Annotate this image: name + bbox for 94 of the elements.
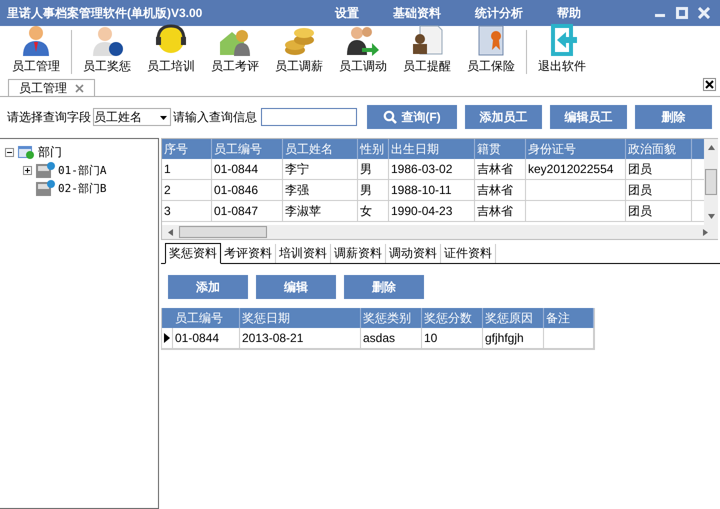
table-cell: 吉林省	[475, 159, 526, 179]
toolbar-button[interactable]: 删除	[344, 275, 424, 299]
toolbar-button[interactable]: 添加	[168, 275, 248, 299]
table-cell: gfjhfgjh	[483, 328, 544, 348]
tab[interactable]: 培训资料	[276, 244, 331, 263]
toolbar-button[interactable]: 编辑	[256, 275, 336, 299]
tab[interactable]: 证件资料	[441, 244, 496, 263]
column-header[interactable]: 政治面貌	[626, 139, 692, 159]
column-header[interactable]: 备注	[544, 308, 594, 328]
scroll-up-icon[interactable]	[708, 145, 714, 150]
column-header[interactable]: 员工编号	[212, 139, 283, 159]
table-cell: 男	[358, 159, 389, 179]
maximize-icon[interactable]	[676, 7, 688, 19]
folder-icon	[17, 144, 35, 160]
menu-item[interactable]: 基础资料	[393, 4, 441, 22]
column-header[interactable]: 奖惩类别	[361, 308, 422, 328]
table-cell: 团员	[626, 180, 692, 200]
table-cell: 1988-10-11	[389, 180, 475, 200]
toolbar-button[interactable]: 员工调薪	[267, 24, 331, 78]
table-cell: 01-0846	[212, 180, 283, 200]
toolbar-button[interactable]: 删除	[635, 105, 712, 129]
table-cell: 2	[162, 180, 212, 200]
table-cell: 01-0844	[212, 159, 283, 179]
search-field[interactable]	[261, 108, 357, 126]
scroll-right-icon[interactable]	[703, 228, 708, 236]
table-cell: 男	[358, 180, 389, 200]
document-tab[interactable]: 员工管理	[8, 79, 95, 96]
toolbar-button[interactable]: 员工培训	[139, 24, 203, 78]
toolbar-button[interactable]: 员工奖惩	[75, 24, 139, 78]
table-cell: 10	[422, 328, 483, 348]
table-cell: 吉林省	[475, 180, 526, 200]
expand-icon[interactable]	[23, 166, 32, 174]
column-header[interactable]: 出生日期	[389, 139, 475, 159]
toolbar-button[interactable]: 员工保险	[459, 24, 523, 78]
tab[interactable]: 奖惩资料	[165, 243, 221, 264]
window-title: 里诺人事档案管理软件(单机版)V3.00	[7, 4, 204, 22]
column-header[interactable]: 身份证号	[526, 139, 626, 159]
table-cell: 团员	[626, 201, 692, 221]
field-label: 请选择查询字段	[7, 108, 91, 126]
field-select[interactable]: 员工姓名	[93, 108, 171, 126]
column-header[interactable]: 奖惩原因	[483, 308, 544, 328]
tree-item[interactable]: 01-部门A	[58, 162, 106, 178]
table-cell: 2013-08-21	[240, 328, 361, 348]
headset-icon	[154, 24, 188, 56]
table-cell: 01-0847	[212, 201, 283, 221]
document-icon	[35, 161, 55, 179]
toolbar-button[interactable]: 员工提醒	[395, 24, 459, 78]
column-header[interactable]: 奖惩分数	[422, 308, 483, 328]
toolbar-button[interactable]: 退出软件	[530, 24, 594, 78]
scrollbar-thumb[interactable]	[179, 226, 267, 238]
document-icon	[35, 179, 55, 197]
menu-item[interactable]: 统计分析	[475, 4, 523, 22]
toolbar-button[interactable]: 员工调动	[331, 24, 395, 78]
search-icon	[383, 110, 398, 124]
table-cell: 李宁	[283, 159, 358, 179]
scrollbar-thumb[interactable]	[705, 169, 717, 195]
table-cell: 李强	[283, 180, 358, 200]
scroll-left-icon[interactable]	[168, 228, 173, 236]
input-label: 请输入查询信息	[173, 108, 257, 126]
tree-item[interactable]: 02-部门B	[58, 180, 106, 196]
table-cell: 1986-03-02	[389, 159, 475, 179]
person-info-icon	[90, 24, 124, 56]
table-cell: key2012022554	[526, 159, 626, 179]
table-cell: 吉林省	[475, 201, 526, 221]
collapse-icon[interactable]	[5, 148, 14, 156]
table-cell: 1	[162, 159, 212, 179]
column-header[interactable]: 奖惩日期	[240, 308, 361, 328]
toolbar-button[interactable]: 编辑员工	[550, 105, 627, 129]
table-cell: 3	[162, 201, 212, 221]
column-header[interactable]: 性别	[358, 139, 389, 159]
table-cell: 1990-04-23	[389, 201, 475, 221]
tab[interactable]: 考评资料	[221, 244, 276, 263]
people-arrow-icon	[346, 24, 380, 56]
table-cell: asdas	[361, 328, 422, 348]
scroll-down-icon[interactable]	[708, 214, 714, 219]
menu-item[interactable]: 帮助	[557, 4, 581, 22]
table-cell: 团员	[626, 159, 692, 179]
stamp-document-icon	[410, 24, 444, 56]
column-header[interactable]: 员工编号	[173, 308, 240, 328]
close-icon[interactable]	[703, 78, 716, 91]
column-header[interactable]: 序号	[162, 139, 212, 159]
menu-item[interactable]: 设置	[335, 4, 359, 22]
column-header[interactable]: 员工姓名	[283, 139, 358, 159]
table-cell: 李淑苹	[283, 201, 358, 221]
table-cell: 01-0844	[173, 328, 240, 348]
toolbar-button[interactable]: 添加员工	[465, 105, 542, 129]
tab[interactable]: 调薪资料	[331, 244, 386, 263]
table-cell: 女	[358, 201, 389, 221]
column-header[interactable]: 籍贯	[475, 139, 526, 159]
tab[interactable]: 调动资料	[386, 244, 441, 263]
toolbar-button[interactable]: 员工考评	[203, 24, 267, 78]
toolbar-button[interactable]: 查询(F)	[367, 105, 457, 129]
tree-item[interactable]: 部门	[38, 144, 62, 160]
toolbar-button[interactable]: 员工管理	[4, 24, 68, 78]
